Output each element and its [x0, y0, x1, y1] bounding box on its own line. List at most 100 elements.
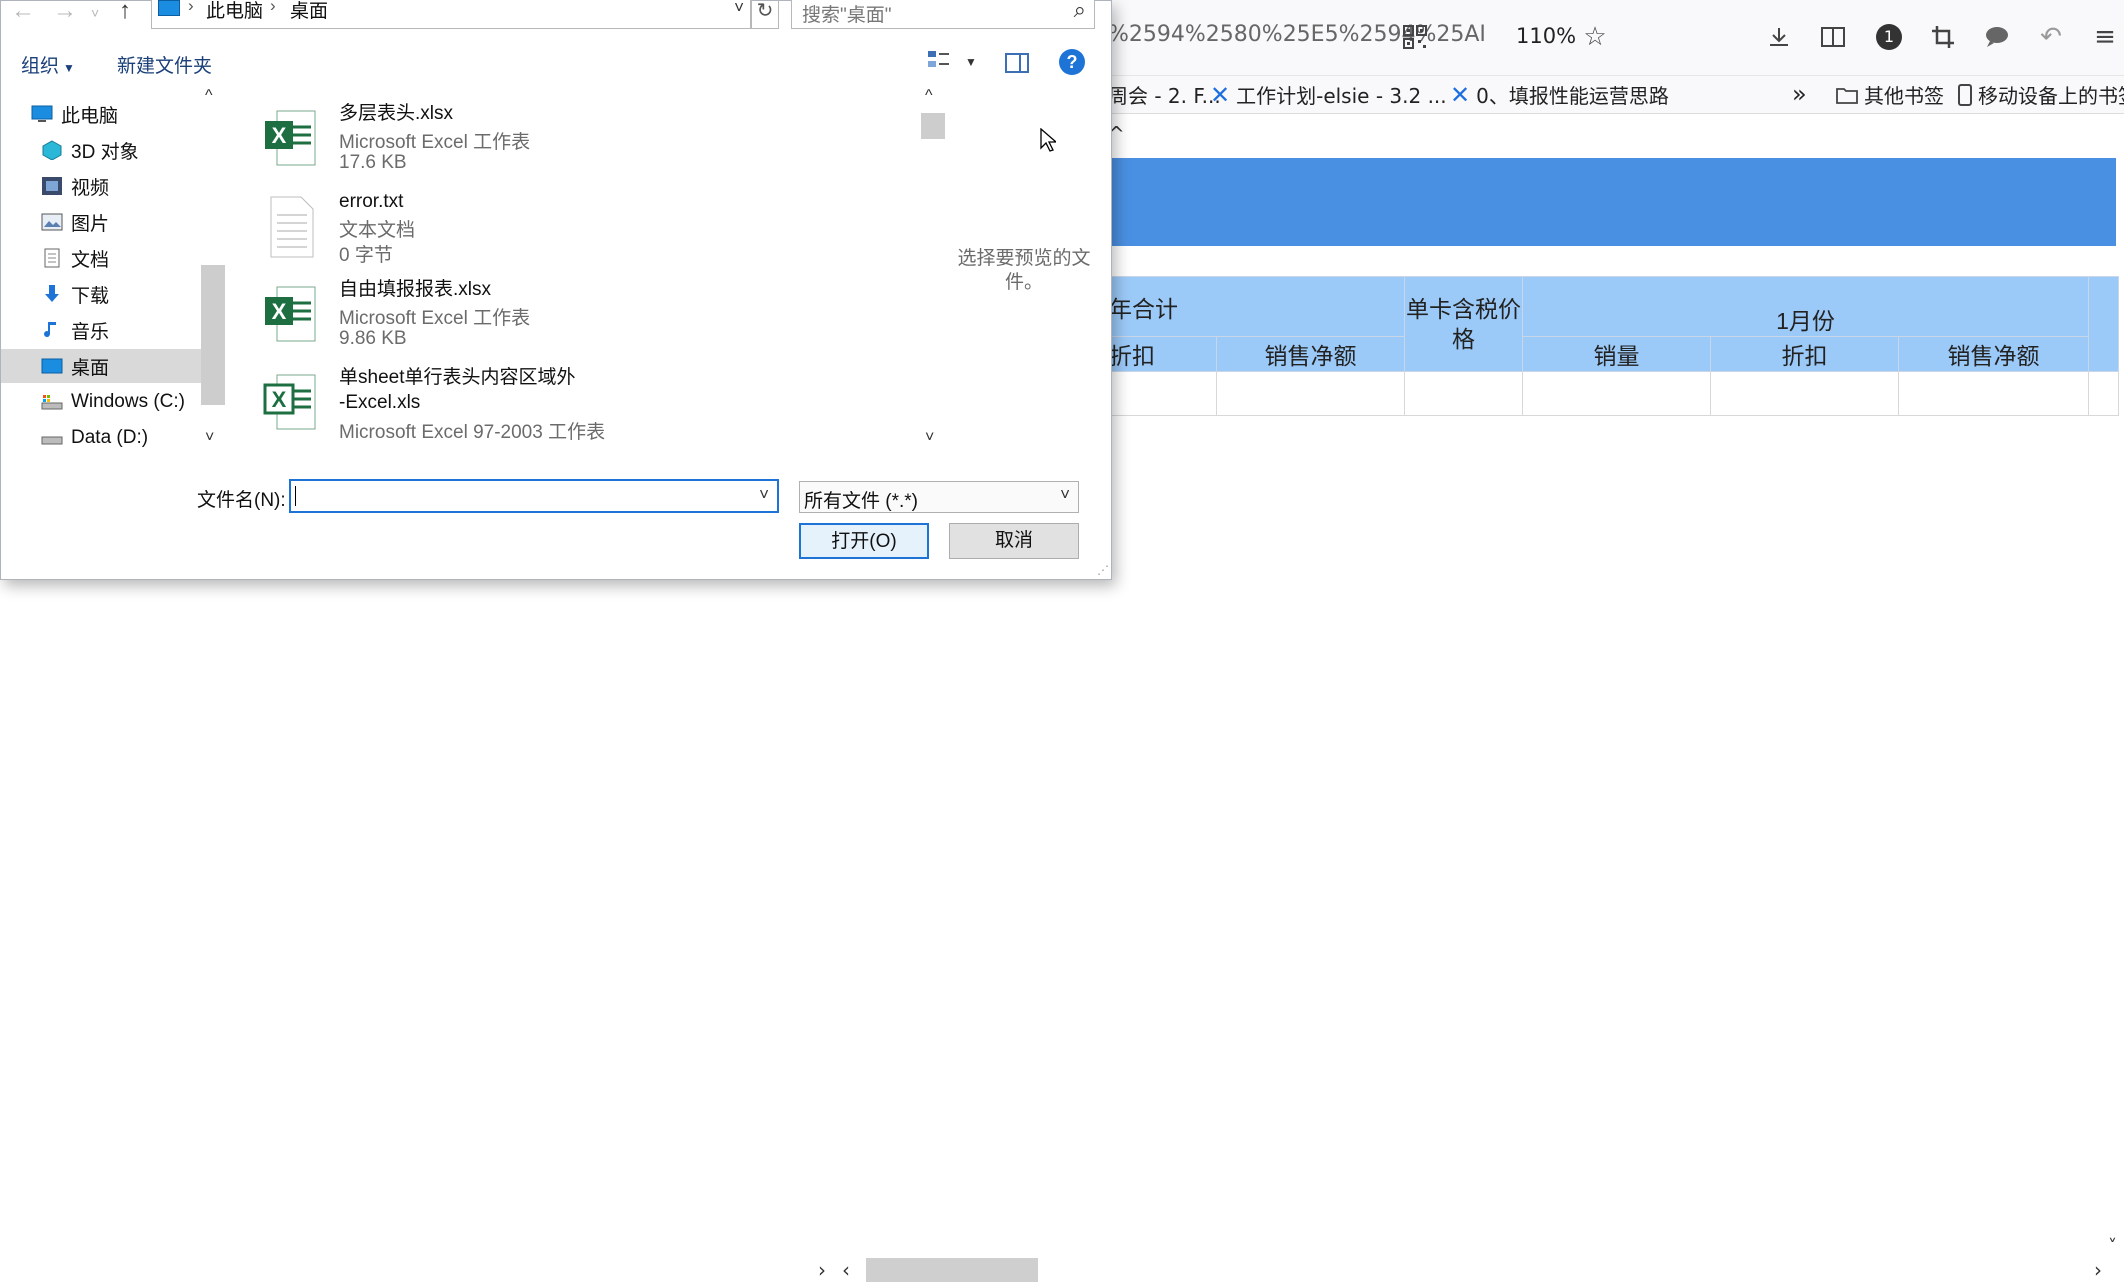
file-list-scrollbar[interactable]: ^ ˅ [921, 87, 945, 453]
bookmarks-bar: 周会 - 2. F... ✕ 工作计划-elsie - 3.2 ... ✕ 0、填报… [1108, 76, 2124, 114]
nav-item-label: 视频 [71, 177, 110, 199]
table-row [1108, 371, 2119, 416]
zoom-level[interactable]: 110% [1516, 24, 1576, 48]
list-item[interactable]: X 自由填报报表.xlsx Microsoft Excel 工作表 9.86 K… [251, 273, 931, 361]
list-item[interactable]: error.txt 文本文档 0 字节 [251, 185, 931, 273]
chevron-right-icon[interactable]: › [188, 0, 194, 16]
notification-badge-icon[interactable]: 1 [1872, 20, 1906, 54]
address-bar[interactable]: › 此电脑 › 桌面 ˅ [151, 0, 751, 29]
nav-item-desktop[interactable]: 桌面 [1, 349, 201, 383]
help-icon[interactable]: ? [1059, 49, 1085, 75]
table-cell[interactable] [1404, 371, 1523, 416]
crop-icon[interactable] [1926, 20, 1960, 54]
chevron-down-icon[interactable]: ˅ [205, 429, 214, 447]
organize-button[interactable]: 组织 ▼ [21, 51, 75, 78]
nav-item-drive-c[interactable]: Windows (C:) [1, 385, 201, 419]
table-cell[interactable] [2088, 371, 2119, 416]
bookmark-other[interactable]: 其他书签 [1836, 80, 1944, 109]
nav-item-label: 此电脑 [61, 105, 119, 127]
nav-item-pictures[interactable]: 图片 [1, 205, 201, 239]
file-type: Microsoft Excel 97-2003 工作表 [339, 422, 606, 443]
download-icon[interactable] [1762, 20, 1796, 54]
scrollbar-thumb[interactable] [921, 113, 945, 139]
cancel-button[interactable]: 取消 [949, 523, 1079, 559]
up-arrow-icon[interactable]: ↑ [119, 0, 131, 25]
new-folder-button[interactable]: 新建文件夹 [117, 51, 212, 78]
list-item[interactable]: X 单sheet单行表头内容区域外 -Excel.xls Microsoft Ex… [251, 361, 931, 453]
bookmark-label: 移动设备上的书签 [1978, 84, 2124, 108]
header-year-total[interactable]: 年合计 [1108, 276, 1405, 337]
header-unit-price[interactable]: 单卡含税价格 [1404, 276, 1523, 372]
reader-view-icon[interactable] [1816, 20, 1850, 54]
nav-item-downloads[interactable]: 下载 [1, 277, 201, 311]
chevron-down-icon[interactable]: ▼ [965, 55, 977, 69]
nav-item-documents[interactable]: 文档 [1, 241, 201, 275]
nav-item-music[interactable]: 音乐 [1, 313, 201, 347]
scroll-right-arrow-icon[interactable]: › [2094, 1258, 2102, 1282]
preview-pane-icon[interactable] [1005, 53, 1029, 73]
file-size: 17.6 KB [339, 152, 407, 173]
table-cell[interactable] [1710, 371, 1899, 416]
filename-input[interactable]: ˅ [289, 479, 779, 513]
list-item[interactable]: X 多层表头.xlsx Microsoft Excel 工作表 17.6 KB [251, 97, 931, 185]
excel-icon: X [265, 110, 316, 166]
file-type-select[interactable]: 所有文件 (*.*) ˅ [799, 481, 1079, 513]
sub-discount[interactable]: 折扣 [1710, 336, 1899, 372]
svg-text:X: X [272, 387, 287, 412]
bookmark-label: 其他书签 [1864, 84, 1944, 108]
star-icon[interactable]: ☆ [1578, 20, 1612, 54]
scroll-left-arrow-icon[interactable]: ‹ [842, 1258, 850, 1282]
chat-icon[interactable] [1980, 20, 2014, 54]
scrollbar-thumb[interactable] [201, 265, 225, 405]
sub-volume[interactable]: 销量 [1522, 336, 1711, 372]
chevron-up-icon[interactable]: ^ [925, 87, 933, 105]
resize-grip-icon[interactable]: ⋰ [1097, 563, 1109, 577]
nav-item-label: Data (D:) [71, 427, 149, 448]
horizontal-scrollbar-thumb[interactable] [866, 1258, 1038, 1282]
open-button[interactable]: 打开(O) [799, 523, 929, 559]
bookmark-mobile[interactable]: 移动设备上的书签 [1958, 80, 2124, 109]
scroll-down-arrow-icon[interactable]: ˅ [2108, 1236, 2124, 1257]
sub-net-sales[interactable]: 销售净额 [1898, 336, 2089, 372]
chevron-down-icon[interactable]: ˅ [1060, 485, 1070, 505]
scroll-right-arrow-icon[interactable]: › [818, 1258, 826, 1282]
bookmark-weekly[interactable]: 周会 - 2. F... [1108, 80, 1221, 109]
forward-arrow-icon[interactable]: → [53, 0, 77, 25]
nav-item-pc[interactable]: 此电脑 [1, 97, 201, 131]
refresh-icon[interactable]: ↻ [751, 0, 779, 29]
table-cell[interactable] [1108, 371, 1217, 416]
qr-code-icon[interactable] [1398, 20, 1432, 54]
table-cell[interactable] [1522, 371, 1711, 416]
chevron-down-icon[interactable]: ˅ [925, 429, 934, 447]
file-type: 文本文档 [339, 220, 416, 241]
table-cell[interactable] [1216, 371, 1405, 416]
header-month[interactable]: 1月份 [1522, 276, 2089, 337]
3d-objects-icon [42, 140, 62, 160]
nav-item-drive-d[interactable]: Data (D:) [1, 421, 201, 455]
more-bookmarks-icon[interactable]: » [1792, 80, 1807, 108]
nav-item-3d-objects[interactable]: 3D 对象 [1, 133, 201, 167]
sub-net-sales[interactable]: 销售净额 [1216, 336, 1405, 372]
view-options-icon[interactable] [927, 49, 951, 77]
breadcrumb-desktop[interactable]: 桌面 [290, 0, 328, 23]
breadcrumb-pc[interactable]: 此电脑 [206, 0, 263, 23]
recent-dropdown-icon[interactable]: ˅ [91, 5, 99, 21]
search-box[interactable]: 搜索"桌面" ⌕ [791, 0, 1095, 29]
search-icon[interactable]: ⌕ [1074, 0, 1086, 23]
bookmark-ops[interactable]: ✕ 0、填报性能运营思路 [1450, 80, 1669, 109]
menu-icon[interactable]: ≡ [2088, 20, 2122, 54]
nav-item-label: 下载 [71, 285, 110, 307]
table-cell[interactable] [1898, 371, 2089, 416]
report-table: 年合计 单卡含税价格 1月份 折扣 销售净额 销量 折扣 销售净额 [1108, 276, 2119, 416]
nav-item-video[interactable]: 视频 [1, 169, 201, 203]
chevron-down-icon[interactable]: ˅ [759, 485, 769, 505]
sub-discount[interactable]: 折扣 [1108, 336, 1217, 372]
chevron-up-icon[interactable]: ^ [205, 87, 213, 105]
undo-icon[interactable]: ↶ [2034, 20, 2068, 54]
navigation-scrollbar[interactable]: ^ ˅ [201, 87, 225, 453]
chevron-right-icon[interactable]: › [270, 0, 276, 16]
organize-label: 组织 [21, 56, 60, 77]
bookmark-work-plan[interactable]: ✕ 工作计划-elsie - 3.2 ... [1210, 80, 1447, 109]
chevron-down-icon[interactable]: ˅ [734, 0, 744, 18]
back-arrow-icon[interactable]: ← [11, 0, 35, 25]
